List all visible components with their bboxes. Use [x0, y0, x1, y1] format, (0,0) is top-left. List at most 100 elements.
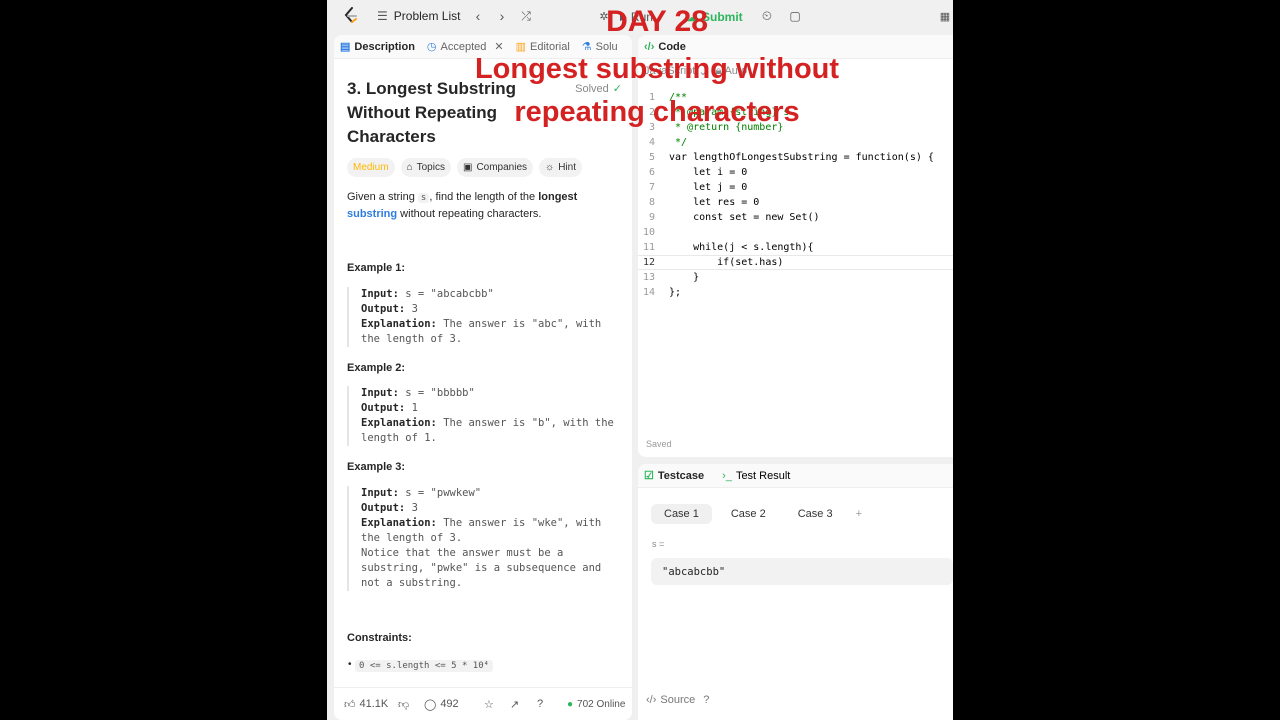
- line-number: 9: [648, 212, 655, 223]
- line-number: 6: [648, 167, 655, 178]
- line-number: 13: [642, 272, 655, 283]
- code-brackets-icon: ‹/›: [646, 694, 657, 706]
- layout-grid-icon[interactable]: ▦: [936, 7, 953, 25]
- line-number: 12: [642, 257, 655, 268]
- code-text: var lengthOfLongestSubstring = function(…: [669, 152, 934, 163]
- code-line: 9 const set = new Set(): [638, 210, 953, 225]
- code-text: const set = new Set(): [669, 212, 820, 223]
- explanation-label: Explanation:: [361, 417, 437, 429]
- example-1-block: Input: s = "abcabcbb" Output: 3 Explanat…: [347, 287, 622, 347]
- list-icon: ☰: [377, 9, 388, 23]
- note-icon[interactable]: ▢: [786, 7, 804, 25]
- topics-label: Topics: [416, 162, 445, 173]
- case-1-tab[interactable]: Case 1: [651, 504, 712, 524]
- difficulty-badge: Medium: [347, 158, 395, 177]
- online-count: 702 Online: [577, 698, 626, 710]
- plus-icon: +: [855, 508, 863, 520]
- example-2-output: 1: [411, 402, 418, 414]
- tab-test-result[interactable]: ›_ Test Result: [716, 464, 796, 488]
- tab-description[interactable]: ▤ Description: [334, 35, 421, 59]
- case-2-tab[interactable]: Case 2: [718, 504, 779, 524]
- case-3-tab[interactable]: Case 3: [785, 504, 846, 524]
- code-text: };: [669, 287, 682, 298]
- add-case-button[interactable]: +: [852, 504, 866, 524]
- difficulty-label: Medium: [353, 162, 389, 173]
- hint-label: Hint: [558, 162, 576, 173]
- hint-chip[interactable]: ☼ Hint: [539, 158, 582, 177]
- tab-testcase[interactable]: ☑ Testcase: [638, 464, 710, 488]
- desc-bold: longest: [538, 191, 578, 203]
- problem-list-button[interactable]: ☰ Problem List: [377, 9, 460, 23]
- line-number: 11: [642, 242, 655, 253]
- constraints-title: Constraints:: [347, 632, 412, 644]
- like-button[interactable]: 👍︎ 41.1K: [344, 698, 388, 711]
- substring-link[interactable]: substring: [347, 208, 397, 220]
- star-icon[interactable]: ☆: [484, 698, 494, 711]
- document-icon: ▤: [340, 41, 351, 53]
- explanation-label: Explanation:: [361, 318, 437, 330]
- input-label: Input:: [361, 387, 399, 399]
- code-text: if(set.has): [669, 257, 784, 268]
- problem-description: Given a string s, find the length of the…: [347, 189, 617, 222]
- output-label: Output:: [361, 402, 406, 414]
- code-text: */: [669, 137, 688, 148]
- case-2-label: Case 2: [730, 508, 766, 520]
- desc-text-2: , find the length of the: [429, 191, 539, 203]
- param-s-input[interactable]: "abcabcbb": [651, 558, 953, 585]
- source-label: Source: [660, 694, 696, 706]
- param-s-label: s =: [652, 539, 665, 549]
- current-code-line: 12 if(set.has): [638, 255, 953, 270]
- example-3-output: 3: [411, 502, 418, 514]
- example-2-input: s = "bbbbb": [405, 387, 475, 399]
- lightbulb-icon: ☼: [545, 162, 555, 173]
- online-dot-icon: ●: [567, 698, 574, 710]
- example-3-title: Example 3:: [347, 461, 406, 473]
- tab-testcase-label: Testcase: [657, 469, 705, 482]
- saved-status: Saved: [646, 439, 672, 449]
- code-text: while(j < s.length){: [669, 242, 814, 253]
- thumbs-up-icon: 👍︎: [344, 698, 356, 711]
- problem-tags: Medium ⌂ Topics ▣ Companies ☼ Hint: [347, 158, 582, 177]
- share-icon[interactable]: ↗: [510, 698, 519, 711]
- comment-icon: ◯: [424, 698, 437, 711]
- example-2-block: Input: s = "bbbbb" Output: 1 Explanation…: [347, 386, 622, 446]
- timer-icon[interactable]: ⏲: [758, 7, 776, 25]
- code-text: let j = 0: [669, 182, 748, 193]
- like-count: 41.1K: [359, 698, 389, 710]
- desc-text-3: without repeating characters.: [397, 208, 542, 220]
- example-1-input: s = "abcabcbb": [405, 288, 494, 300]
- code-line: 4 */: [638, 135, 953, 150]
- leetcode-logo-icon[interactable]: [343, 7, 359, 25]
- comments-button[interactable]: ◯ 492: [424, 698, 459, 711]
- bullet: •: [348, 659, 352, 670]
- next-problem-icon[interactable]: ›: [493, 7, 511, 25]
- companies-label: Companies: [476, 162, 528, 173]
- building-icon: ▣: [462, 162, 473, 173]
- description-panel: ▤ Description ◷ Accepted ✕ ▥ Editorial ⚗…: [334, 35, 632, 720]
- tab-description-label: Description: [354, 40, 415, 53]
- code-line: 7 let j = 0: [638, 180, 953, 195]
- topics-chip[interactable]: ⌂ Topics: [400, 158, 451, 177]
- overlay-line-2: repeating characters: [514, 96, 800, 128]
- code-line: 5 var lengthOfLongestSubstring = function…: [638, 150, 953, 165]
- companies-chip[interactable]: ▣ Companies: [456, 158, 534, 177]
- case-1-label: Case 1: [664, 508, 699, 520]
- line-number: 5: [648, 152, 655, 163]
- thumbs-down-icon[interactable]: 👎︎: [398, 698, 409, 711]
- code-text: let i = 0: [669, 167, 748, 178]
- shuffle-icon[interactable]: ⤮: [517, 7, 535, 25]
- code-text: }: [669, 272, 700, 283]
- example-1-title: Example 1:: [347, 262, 406, 274]
- example-1-output: 3: [411, 303, 418, 315]
- output-label: Output:: [361, 303, 406, 315]
- tab-test-result-label: Test Result: [735, 469, 791, 482]
- prev-problem-icon[interactable]: ‹: [469, 7, 487, 25]
- param-s-value: "abcabcbb": [662, 565, 726, 578]
- line-number: 8: [648, 197, 655, 208]
- output-label: Output:: [361, 502, 406, 514]
- help-icon[interactable]: ?: [537, 698, 543, 710]
- help-icon[interactable]: ?: [703, 694, 709, 706]
- example-3-input: s = "pwwkew": [405, 487, 482, 499]
- leetcode-window: ☰ Problem List ‹ › ⤮ ✲ ▶ Run ☁ Submit ⏲ …: [327, 0, 953, 720]
- source-button[interactable]: ‹/› Source ?: [646, 694, 709, 706]
